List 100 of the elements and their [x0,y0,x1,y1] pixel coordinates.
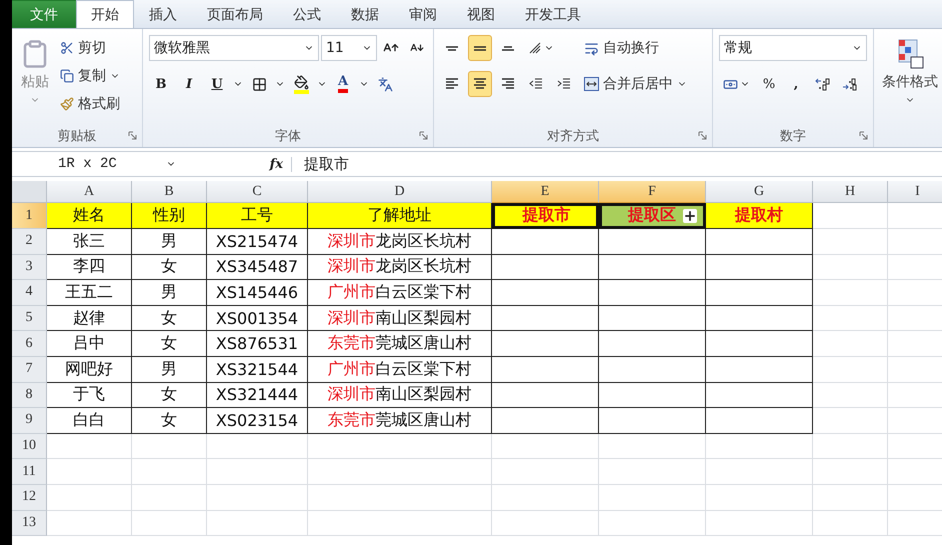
dialog-launcher-icon[interactable] [128,131,137,140]
column-header[interactable]: C [207,181,308,203]
merge-cells-icon [584,77,599,91]
font-color-button[interactable]: A [331,71,355,97]
group-title: 数字 [780,128,806,145]
wrap-text-icon [584,40,599,56]
wrap-text-button[interactable]: 自动换行 [582,35,689,61]
table-cell: 网吧好 [47,356,132,383]
table-cell: 女 [132,382,207,408]
column-header[interactable]: F [599,181,706,203]
dialog-launcher-icon[interactable] [419,131,428,140]
row-header[interactable]: 3 [12,254,47,280]
row-header[interactable]: 12 [12,484,47,511]
scissors-icon [60,41,74,55]
percent-button[interactable]: % [757,71,781,97]
file-tab[interactable]: 文件 [12,0,76,28]
table-cell: XS145446 [207,280,308,306]
table-cell: XS023154 [207,408,308,434]
ribbon-tab[interactable]: 公式 [278,0,336,28]
dialog-launcher-icon[interactable] [859,131,868,140]
underline-button[interactable]: U [205,71,229,97]
borders-icon [252,76,266,92]
italic-button[interactable]: I [177,71,201,97]
table-cell: 女 [132,408,207,434]
ribbon-tab[interactable]: 审阅 [394,0,452,28]
column-header[interactable]: I [888,181,942,203]
ribbon-tab[interactable]: 页面布局 [192,0,278,28]
align-bottom-icon [501,46,515,50]
ribbon-tab[interactable]: 插入 [134,0,192,28]
row-header[interactable]: 4 [12,280,47,306]
paint-bucket-icon [294,74,308,94]
row-header[interactable]: 7 [12,356,47,383]
table-cell: 王五二 [47,280,132,306]
table-cell: XS345487 [207,254,308,280]
table-cell: XS001354 [207,306,308,332]
insert-function-button[interactable]: fx [182,156,292,172]
font-name-field[interactable]: 微软雅黑 [149,35,319,61]
column-header[interactable]: A [47,181,132,203]
paintbrush-icon [60,97,74,111]
phonetic-icon [378,76,392,92]
table-cell: 李四 [47,254,132,280]
row-header[interactable]: 10 [12,434,47,460]
row-header[interactable]: 6 [12,331,47,357]
horizontal-align-button[interactable] [468,71,492,97]
column-header[interactable]: E [492,181,599,203]
table-cell: 广州市白云区棠下村 [308,280,492,306]
table-cell: 白白 [47,408,132,434]
table-cell: 提取市 [492,203,599,229]
decrease-decimal-icon [842,77,858,91]
align-middle-icon [473,46,487,50]
dialog-launcher-icon[interactable] [698,131,707,140]
column-header[interactable]: D [308,181,492,203]
row-header[interactable]: 11 [12,459,47,485]
group-title: 对齐方式 [547,128,599,145]
conditional-format-button[interactable]: 条件格式 [880,35,940,147]
row-header[interactable]: 2 [12,229,47,255]
slanted-text-icon [528,41,542,55]
table-cell: 赵律 [47,306,132,332]
table-cell: 女 [132,254,207,280]
ribbon-tab[interactable]: 数据 [336,0,394,28]
ribbon-tab[interactable]: 视图 [452,0,510,28]
table-cell: XS321444 [207,382,308,408]
font-size-field[interactable]: 11 [321,35,377,61]
comma-button[interactable]: , [784,71,808,97]
column-header[interactable]: B [132,181,207,203]
row-header[interactable]: 1 [12,203,47,229]
align-left-icon [445,77,459,91]
cut-button[interactable]: 剪切 [58,35,122,61]
format-painter-button[interactable]: 格式刷 [58,91,122,117]
vertical-align-button[interactable] [468,35,492,61]
table-cell: 了解地址 [308,203,492,229]
table-cell: 男 [132,356,207,383]
row-header[interactable]: 9 [12,408,47,434]
name-box[interactable]: 1R x 2C [12,156,182,172]
row-header[interactable]: 13 [12,510,47,536]
table-cell: 女 [132,331,207,357]
row-header[interactable]: 5 [12,306,47,332]
align-top-icon [445,46,459,50]
align-center-icon [473,77,487,91]
number-format-field[interactable]: 常规 [719,35,867,61]
column-header[interactable]: H [813,181,888,203]
merge-center-button[interactable]: 合并后居中 [582,71,689,97]
column-header[interactable]: G [706,181,813,203]
group-title: 字体 [275,128,301,145]
table-cell: XS321544 [207,356,308,383]
table-cell: 男 [132,229,207,255]
align-right-icon [501,77,515,91]
ribbon-tab[interactable]: 开发工具 [510,0,596,28]
copy-button[interactable]: 复制 [58,63,122,89]
table-cell: 吕中 [47,331,132,357]
table-cell: XS215474 [207,229,308,255]
decrease-indent-icon [529,77,543,91]
table-cell: 张三 [47,229,132,255]
row-header[interactable]: 8 [12,382,47,408]
formula-field[interactable]: 提取市 [292,154,942,174]
bold-button[interactable]: B [149,71,173,97]
table-cell: 广州市白云区棠下村 [308,356,492,383]
ribbon-tab[interactable]: 开始 [76,0,134,28]
table-cell: 姓名 [47,203,132,229]
copy-icon [60,69,74,83]
